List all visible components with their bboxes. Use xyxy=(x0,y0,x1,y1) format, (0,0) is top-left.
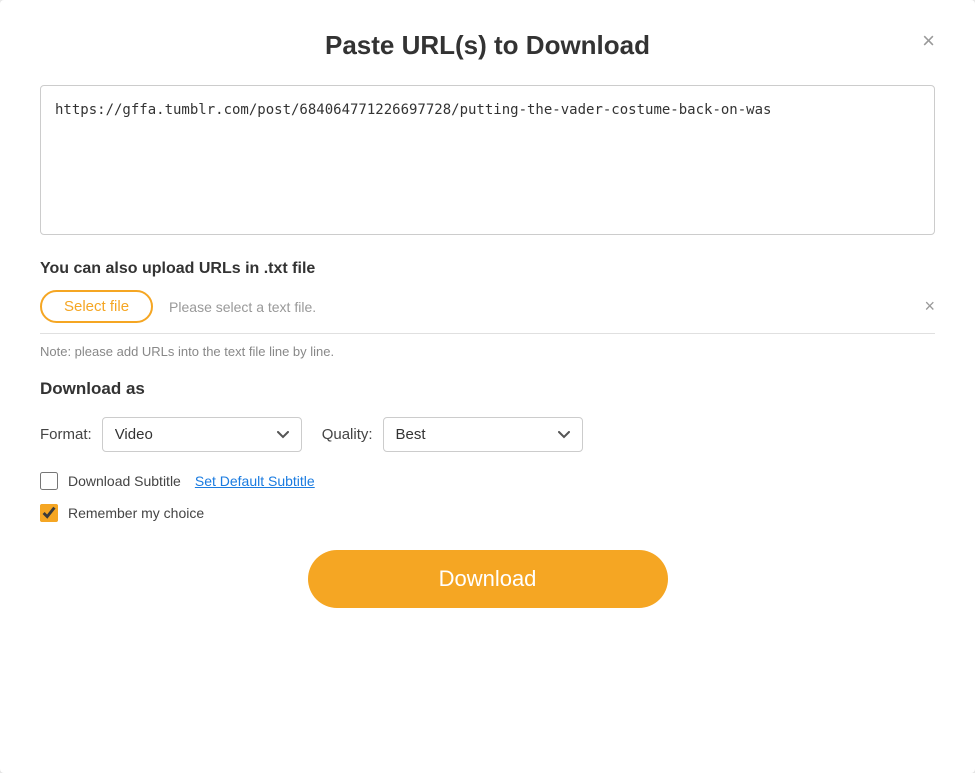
format-label: Format: xyxy=(40,426,92,443)
download-button[interactable]: Download xyxy=(308,550,668,608)
format-quality-row: Format: Video Audio Image Quality: Best … xyxy=(40,417,935,452)
format-group: Format: Video Audio Image xyxy=(40,417,302,452)
options-section: Download Subtitle Set Default Subtitle R… xyxy=(40,472,935,522)
remember-row: Remember my choice xyxy=(40,504,935,522)
close-button[interactable]: × xyxy=(922,30,935,52)
note-text: Note: please add URLs into the text file… xyxy=(40,344,935,359)
dialog-header: Paste URL(s) to Download × xyxy=(40,30,935,61)
quality-select[interactable]: Best High Medium Low xyxy=(383,417,583,452)
select-file-button[interactable]: Select file xyxy=(40,290,153,323)
subtitle-checkbox[interactable] xyxy=(40,472,58,490)
remember-label[interactable]: Remember my choice xyxy=(68,505,204,521)
quality-group: Quality: Best High Medium Low xyxy=(322,417,583,452)
format-select-wrapper: Video Audio Image xyxy=(102,417,302,452)
quality-label: Quality: xyxy=(322,426,373,443)
remember-checkbox[interactable] xyxy=(40,504,58,522)
download-as-section: Download as Format: Video Audio Image Qu… xyxy=(40,379,935,522)
set-default-subtitle-link[interactable]: Set Default Subtitle xyxy=(195,473,315,489)
subtitle-row: Download Subtitle Set Default Subtitle xyxy=(40,472,935,490)
dialog-title: Paste URL(s) to Download xyxy=(325,30,650,61)
file-row: Select file Please select a text file. × xyxy=(40,290,935,323)
download-as-label: Download as xyxy=(40,379,935,399)
divider xyxy=(40,333,935,334)
upload-section: You can also upload URLs in .txt file Se… xyxy=(40,260,935,359)
file-placeholder-text: Please select a text file. xyxy=(169,299,908,315)
upload-label: You can also upload URLs in .txt file xyxy=(40,260,935,278)
subtitle-label[interactable]: Download Subtitle xyxy=(68,473,181,489)
url-input[interactable] xyxy=(40,85,935,235)
file-clear-button[interactable]: × xyxy=(924,296,935,317)
paste-url-dialog: Paste URL(s) to Download × You can also … xyxy=(0,0,975,773)
format-select[interactable]: Video Audio Image xyxy=(102,417,302,452)
quality-select-wrapper: Best High Medium Low xyxy=(383,417,583,452)
